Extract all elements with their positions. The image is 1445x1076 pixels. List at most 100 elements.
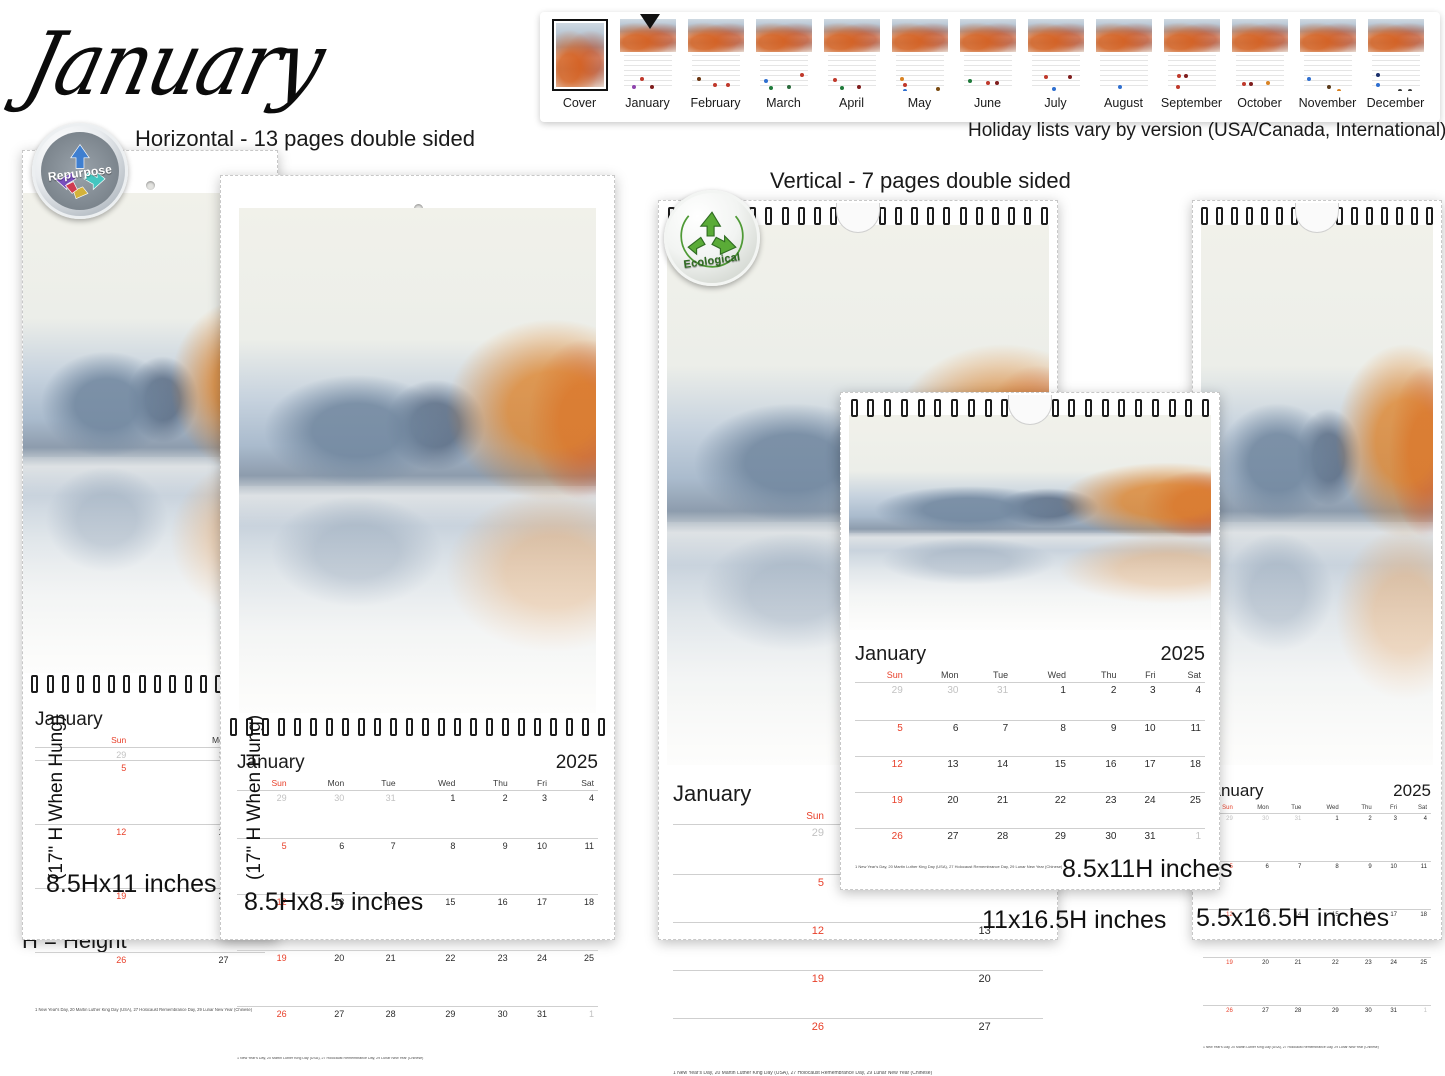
thumbnail-cover[interactable]: Cover xyxy=(546,19,613,110)
thumbnail-april[interactable]: April xyxy=(818,19,885,110)
dimension-size-label-v2: 8.5x11H inches xyxy=(1062,855,1232,884)
calendar-artwork-mountain-lake xyxy=(239,208,596,713)
dimension-side-label-h2: (17" H When Hung) xyxy=(244,715,266,880)
caption-horizontal: Horizontal - 13 pages double sided xyxy=(135,126,475,152)
thumbnail-image-august xyxy=(1096,19,1152,91)
calendar-day-cell: 18 xyxy=(1160,757,1205,793)
thumbnail-october[interactable]: October xyxy=(1226,19,1293,110)
weekday-header-tue: Tue xyxy=(348,778,399,791)
thumbnail-label: May xyxy=(908,96,932,110)
thumbnail-november[interactable]: November xyxy=(1294,19,1361,110)
calendar-day-cell: 28 xyxy=(1273,1006,1306,1036)
calendar-day-cell: 19 xyxy=(1203,958,1237,1006)
dimension-size-label-h1: 8.5Hx11 inches xyxy=(46,870,216,899)
calendar-footnote: 1 New Year's Day, 20 Martin Luther King … xyxy=(237,1057,598,1061)
calendar-day-cell: 25 xyxy=(551,951,598,1007)
calendar-week-row: 26 27 28 29 30 31 1 xyxy=(855,829,1205,859)
caption-vertical: Vertical - 7 pages double sided xyxy=(770,168,1071,194)
calendar-week-row: 26 27 28 29 30 31 1 xyxy=(1203,1006,1431,1036)
calendar-day-cell: 9 xyxy=(459,839,511,895)
calendar-day-cell: 25 xyxy=(1401,958,1431,1006)
calendar-day-cell: 12 xyxy=(673,923,828,971)
calendar-day-cell: 23 xyxy=(1070,793,1121,829)
thumbnail-label: October xyxy=(1237,96,1281,110)
dimension-side-label-h1: (17" H When Hung) xyxy=(46,715,68,880)
calendar-day-cell: 7 xyxy=(348,839,399,895)
calendar-day-cell: 17 xyxy=(1120,757,1159,793)
thumbnail-label: August xyxy=(1104,96,1143,110)
weekday-header-wed: Wed xyxy=(400,778,460,791)
calendar-day-cell: 3 xyxy=(1120,683,1159,721)
calendar-day-cell xyxy=(995,1019,1043,1065)
thumbnail-image-june xyxy=(960,19,1016,91)
calendar-day-cell: 30 xyxy=(459,1007,511,1037)
calendar-day-cell: 1 xyxy=(1305,814,1342,862)
calendar-preview-8-5h-x-8-5[interactable]: January 2025 Sun Mon Tue Wed Thu Fri Sat… xyxy=(220,175,615,940)
month-thumbnail-strip[interactable]: Cover January February March xyxy=(540,12,1440,122)
calendar-day-cell: 10 xyxy=(512,839,551,895)
calendar-day-cell: 31 xyxy=(1273,814,1306,862)
thumbnail-september[interactable]: September xyxy=(1158,19,1225,110)
calendar-day-cell: 5 xyxy=(673,875,828,923)
calendar-day-cell: 10 xyxy=(1120,721,1159,757)
calendar-preview-5-5-x-16-5h[interactable]: January 2025 Sun Mon Tue Wed Thu Fri Sat… xyxy=(1192,200,1442,940)
calendar-footnote: 1 New Year's Day, 20 Martin Luther King … xyxy=(673,1071,1043,1076)
ecological-badge: Ecological xyxy=(664,190,760,286)
calendar-day-cell: 31 xyxy=(1120,829,1159,859)
calendar-week-row: 26 27 28 29 30 31 1 xyxy=(237,1007,598,1037)
thumbnail-label: December xyxy=(1367,96,1425,110)
thumbnail-june[interactable]: June xyxy=(954,19,1021,110)
calendar-day-cell: 2 xyxy=(1070,683,1121,721)
calendar-day-cell: 30 xyxy=(130,748,232,761)
calendar-preview-8-5-x-11h[interactable]: January 2025 Sun Mon Tue Wed Thu Fri Sat… xyxy=(840,392,1220,890)
calendar-day-cell: 18 xyxy=(1401,910,1431,958)
calendar-artwork-mountain-lake xyxy=(849,415,1211,630)
dimension-size-label-h2: 8.5Hx8.5 inches xyxy=(244,888,423,917)
thumbnail-may[interactable]: May xyxy=(886,19,953,110)
thumbnail-july[interactable]: July xyxy=(1022,19,1089,110)
calendar-day-cell: 31 xyxy=(1376,1006,1401,1036)
calendar-day-cell: 7 xyxy=(962,721,1012,757)
calendar-day-cell: 19 xyxy=(237,951,291,1007)
calendar-day-cell: 10 xyxy=(1376,862,1401,910)
calendar-week-row: 5 6 7 8 9 10 11 xyxy=(1203,862,1431,910)
thumbnail-december[interactable]: December xyxy=(1362,19,1429,110)
calendar-week-row: 19 20 21 22 23 24 25 xyxy=(855,793,1205,829)
calendar-day-cell: 24 xyxy=(1376,958,1401,1006)
thumbnail-label: September xyxy=(1161,96,1222,110)
thumbnail-label: January xyxy=(625,96,669,110)
thumbnail-label: February xyxy=(690,96,740,110)
wire-binding xyxy=(221,716,614,738)
hang-hole xyxy=(146,181,155,190)
thumbnail-label: March xyxy=(766,96,801,110)
dimension-size-label-v1: 11x16.5H inches xyxy=(982,906,1166,935)
calendar-day-cell: 19 xyxy=(673,971,828,1019)
calendar-week-row: 5 6 7 8 9 10 11 xyxy=(855,721,1205,757)
thumbnail-label: July xyxy=(1044,96,1066,110)
thumbnail-march[interactable]: March xyxy=(750,19,817,110)
calendar-day-cell: 27 xyxy=(291,1007,349,1037)
weekday-header-sun: Sun xyxy=(673,811,828,825)
thumbnail-january[interactable]: January xyxy=(614,19,681,110)
thumbnail-august[interactable]: August xyxy=(1090,19,1157,110)
calendar-week-row: 29 30 31 1 2 3 4 xyxy=(237,791,598,839)
calendar-day-cell: 7 xyxy=(1273,862,1306,910)
calendar-year-label: 2025 xyxy=(1393,781,1431,801)
calendar-day-cell: 4 xyxy=(1160,683,1205,721)
weekday-header-thu: Thu xyxy=(1343,805,1376,814)
weekday-header-sat: Sat xyxy=(1401,805,1431,814)
thumbnail-february[interactable]: February xyxy=(682,19,749,110)
calendar-day-cell: 1 xyxy=(1160,829,1205,859)
calendar-day-cell: 31 xyxy=(348,791,399,839)
repurpose-badge: Repurpose xyxy=(32,123,128,219)
calendar-day-cell: 30 xyxy=(1343,1006,1376,1036)
weekday-header-wed: Wed xyxy=(1305,805,1342,814)
calendar-day-cell: 4 xyxy=(1401,814,1431,862)
calendar-week-row: 29 30 31 1 2 3 4 xyxy=(1203,814,1431,862)
calendar-day-cell: 6 xyxy=(130,761,232,825)
calendar-day-cell: 25 xyxy=(1160,793,1205,829)
calendar-week-row: 26 27 . xyxy=(35,953,265,1005)
calendar-day-cell: 16 xyxy=(459,895,511,951)
calendar-day-cell: 28 xyxy=(348,1007,399,1037)
calendar-day-cell: 9 xyxy=(1070,721,1121,757)
